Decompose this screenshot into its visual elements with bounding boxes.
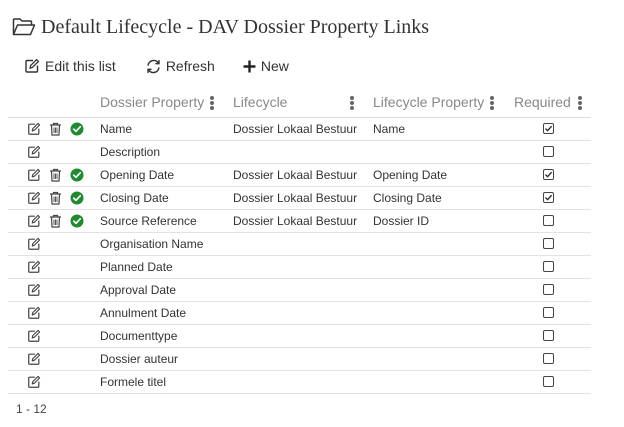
delete-row-icon[interactable] <box>48 214 62 228</box>
dossier-property-cell: Opening Date <box>100 168 175 182</box>
edit-row-icon[interactable] <box>27 306 41 320</box>
lifecycle-cell: Dossier Lokaal Bestuur <box>233 168 358 182</box>
lifecycle-cell: Dossier Lokaal Bestuur <box>233 214 358 228</box>
column-header-lifecycle-property[interactable]: Lifecycle Property <box>373 86 484 118</box>
delete-row-icon[interactable] <box>48 191 62 205</box>
column-header-required[interactable]: Required <box>514 86 571 118</box>
dossier-property-cell: Source Reference <box>100 214 197 228</box>
dossier-property-cell: Organisation Name <box>100 237 204 251</box>
edit-list-label: Edit this list <box>45 58 116 74</box>
column-header-label: Dossier Property <box>100 94 205 110</box>
column-header-dossier-property[interactable]: Dossier Property <box>100 86 204 118</box>
required-checkbox[interactable] <box>543 307 554 318</box>
dossier-property-cell: Name <box>100 122 133 136</box>
table-row[interactable]: Organisation Name <box>8 233 591 256</box>
delete-row-icon[interactable] <box>48 168 62 182</box>
required-checkbox[interactable] <box>543 284 554 295</box>
edit-row-icon[interactable] <box>27 214 41 228</box>
required-checkbox[interactable] <box>543 123 554 134</box>
required-checkbox[interactable] <box>543 215 554 226</box>
lifecycle-property-cell: Closing Date <box>373 191 442 205</box>
required-checkbox[interactable] <box>543 330 554 341</box>
table-row[interactable]: Formele titel <box>8 371 591 394</box>
refresh-label: Refresh <box>165 58 215 74</box>
linked-check-icon <box>70 122 84 136</box>
edit-row-icon[interactable] <box>27 329 41 343</box>
page-title: Default Lifecycle - DAV Dossier Property… <box>41 15 430 38</box>
refresh-button[interactable]: Refresh <box>138 54 223 78</box>
required-checkbox[interactable] <box>543 146 554 157</box>
pagination-range: 1 - 12 <box>16 402 47 416</box>
dossier-property-cell: Planned Date <box>100 260 173 274</box>
edit-row-icon[interactable] <box>27 375 41 389</box>
column-header-label: Required <box>514 94 571 110</box>
linked-check-icon <box>70 214 84 228</box>
required-checkbox[interactable] <box>543 376 554 387</box>
column-header-label: Lifecycle Property <box>373 94 485 110</box>
edit-icon <box>25 58 40 73</box>
new-label: New <box>260 58 289 74</box>
dossier-property-cell: Documenttype <box>100 329 178 343</box>
column-header-lifecycle[interactable]: Lifecycle <box>233 86 287 118</box>
new-button[interactable]: New <box>235 54 297 78</box>
plus-icon <box>243 60 256 72</box>
required-checkbox[interactable] <box>543 192 554 203</box>
column-header-label: Lifecycle <box>233 94 288 110</box>
folder-open-icon <box>12 18 36 36</box>
edit-row-icon[interactable] <box>27 352 41 366</box>
table-row[interactable]: Dossier auteur <box>8 348 591 371</box>
required-checkbox[interactable] <box>543 353 554 364</box>
linked-check-icon <box>70 168 84 182</box>
table-row[interactable]: Description <box>8 141 591 164</box>
table-row[interactable]: Opening Date Dossier Lokaal Bestuur Open… <box>8 164 591 187</box>
column-menu-icon[interactable] <box>489 95 495 111</box>
property-links-grid: Dossier Property Lifecycle Lifecycle Pro… <box>8 86 591 394</box>
table-row[interactable]: Approval Date <box>8 279 591 302</box>
dossier-property-cell: Formele titel <box>100 375 167 389</box>
table-row[interactable]: Name Dossier Lokaal Bestuur Name <box>8 118 591 141</box>
table-row[interactable]: Planned Date <box>8 256 591 279</box>
edit-row-icon[interactable] <box>27 283 41 297</box>
lifecycle-property-cell: Opening Date <box>373 168 448 182</box>
dossier-property-cell: Dossier auteur <box>100 352 179 366</box>
table-row[interactable]: Documenttype <box>8 325 591 348</box>
column-menu-icon[interactable] <box>349 95 355 111</box>
required-checkbox[interactable] <box>543 261 554 272</box>
edit-row-icon[interactable] <box>27 237 41 251</box>
refresh-icon <box>147 59 160 73</box>
lifecycle-cell: Dossier Lokaal Bestuur <box>233 122 358 136</box>
grid-header: Dossier Property Lifecycle Lifecycle Pro… <box>8 86 591 118</box>
lifecycle-property-cell: Name <box>373 122 406 136</box>
required-checkbox[interactable] <box>543 169 554 180</box>
column-menu-icon[interactable] <box>577 95 583 111</box>
edit-row-icon[interactable] <box>27 191 41 205</box>
lifecycle-cell: Dossier Lokaal Bestuur <box>233 191 358 205</box>
table-row[interactable]: Source Reference Dossier Lokaal Bestuur … <box>8 210 591 233</box>
dossier-property-cell: Approval Date <box>100 283 177 297</box>
delete-row-icon[interactable] <box>48 122 62 136</box>
dossier-property-cell: Annulment Date <box>100 306 187 320</box>
page-header: Default Lifecycle - DAV Dossier Property… <box>12 14 429 40</box>
table-row[interactable]: Closing Date Dossier Lokaal Bestuur Clos… <box>8 187 591 210</box>
edit-row-icon[interactable] <box>27 145 41 159</box>
column-menu-icon[interactable] <box>209 95 215 111</box>
edit-row-icon[interactable] <box>27 122 41 136</box>
edit-list-button[interactable]: Edit this list <box>16 54 124 78</box>
required-checkbox[interactable] <box>543 238 554 249</box>
linked-check-icon <box>70 191 84 205</box>
dossier-property-cell: Description <box>100 145 161 159</box>
grid-body: Name Dossier Lokaal Bestuur Name Descrip… <box>8 118 591 394</box>
table-row[interactable]: Annulment Date <box>8 302 591 325</box>
dossier-property-cell: Closing Date <box>100 191 169 205</box>
edit-row-icon[interactable] <box>27 260 41 274</box>
edit-row-icon[interactable] <box>27 168 41 182</box>
lifecycle-property-cell: Dossier ID <box>373 214 430 228</box>
toolbar: Edit this list Refresh New <box>16 54 297 78</box>
